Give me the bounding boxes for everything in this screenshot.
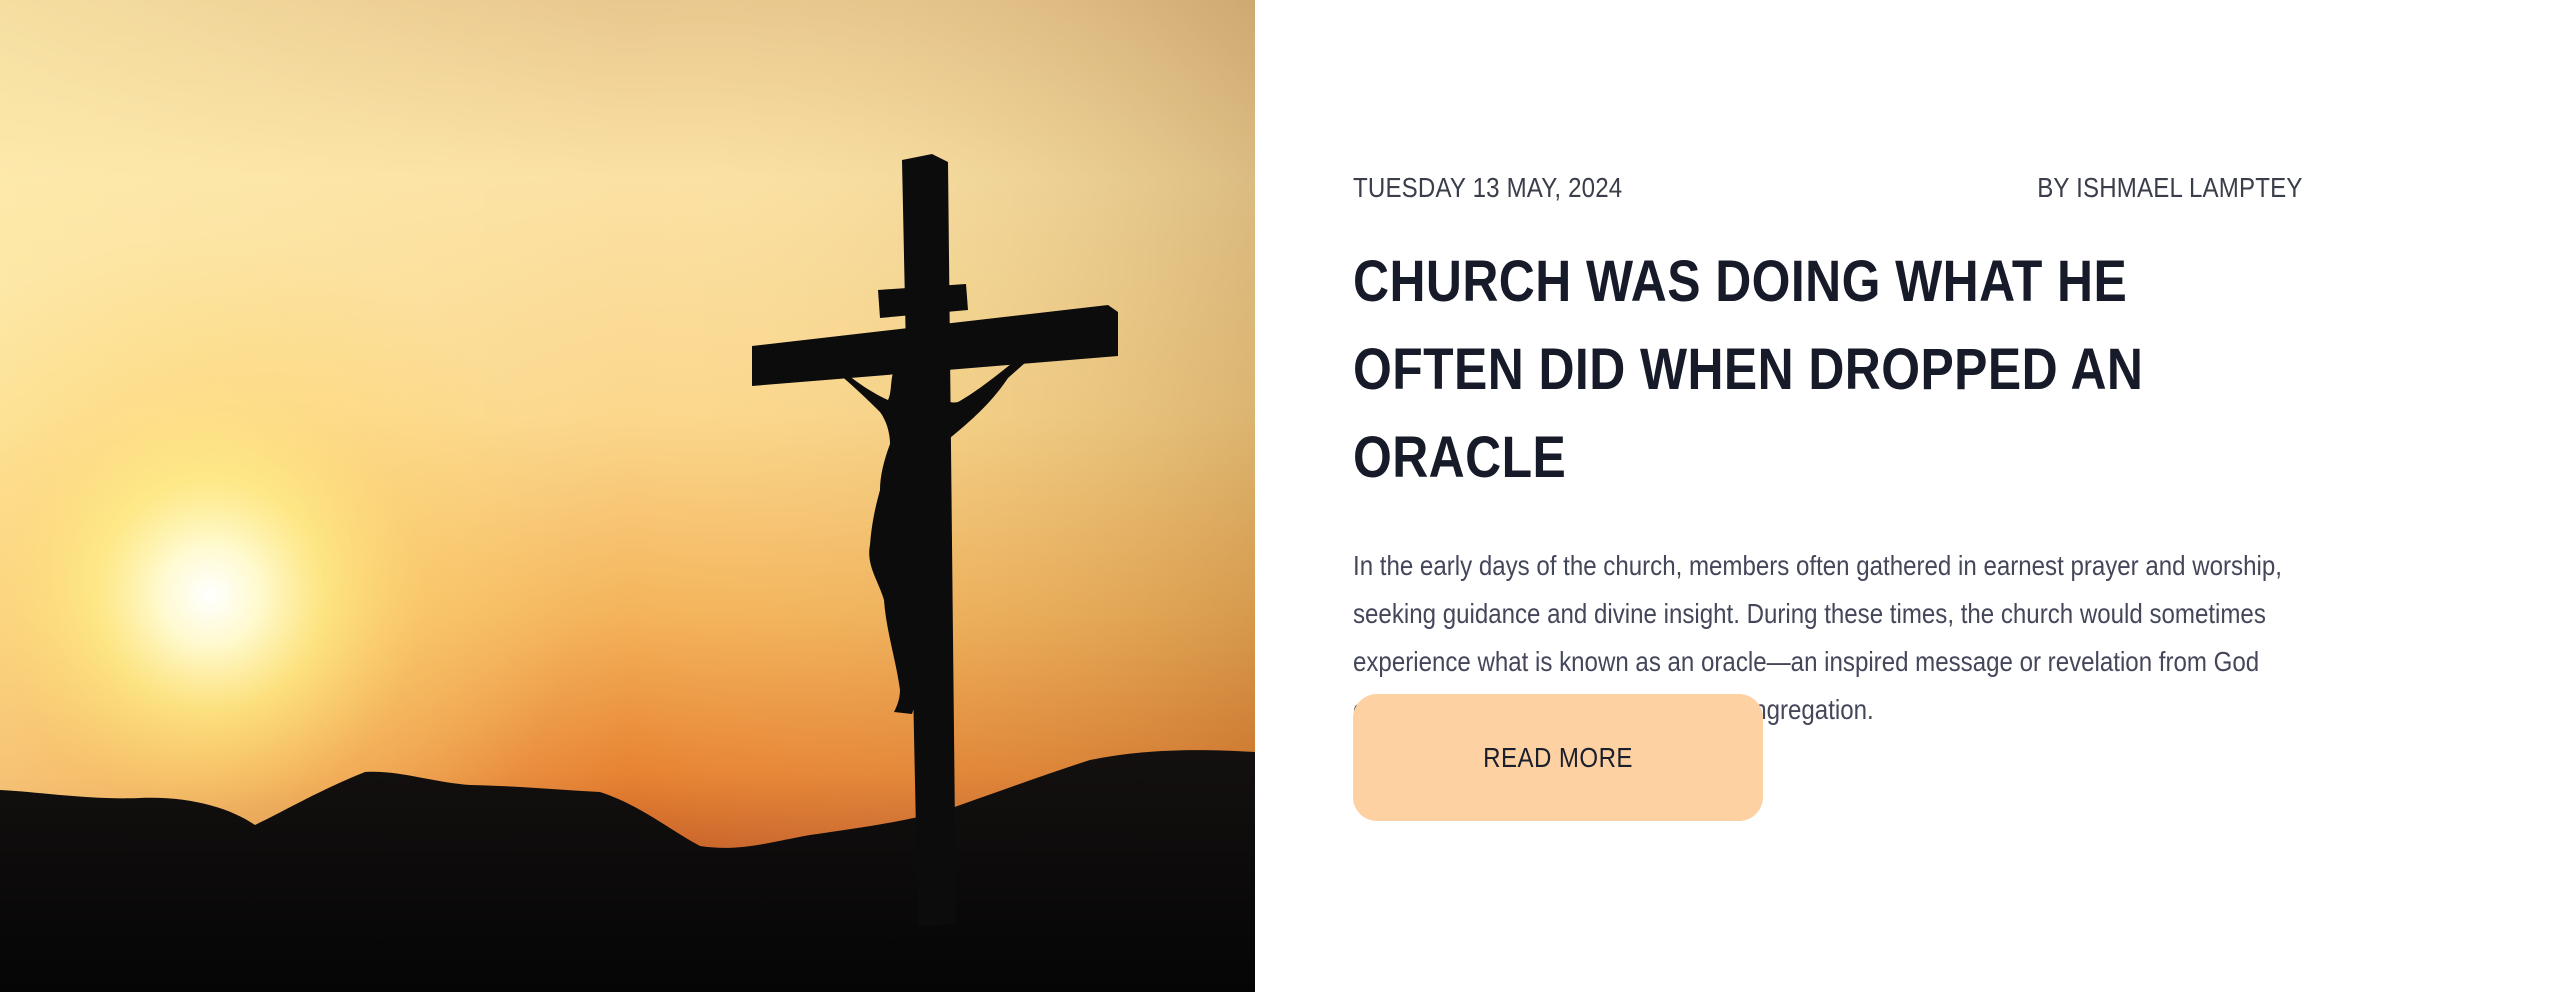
post-hero-image bbox=[0, 0, 1255, 992]
post-author: BY ISHMAEL LAMPTEY bbox=[2037, 172, 2303, 203]
post-content: TUESDAY 13 MAY, 2024 BY ISHMAEL LAMPTEY … bbox=[1255, 0, 2560, 992]
post-title: CHURCH WAS DOING WHAT HE OFTEN DID WHEN … bbox=[1353, 249, 2144, 490]
read-more-button[interactable]: READ MORE bbox=[1353, 694, 1763, 821]
crucifix-sunset-illustration bbox=[0, 0, 1255, 992]
blog-post-card: TUESDAY 13 MAY, 2024 BY ISHMAEL LAMPTEY … bbox=[0, 0, 2560, 992]
post-date: TUESDAY 13 MAY, 2024 bbox=[1353, 172, 1623, 203]
read-more-label: READ MORE bbox=[1483, 741, 1633, 773]
post-meta: TUESDAY 13 MAY, 2024 BY ISHMAEL LAMPTEY bbox=[1353, 168, 2303, 208]
